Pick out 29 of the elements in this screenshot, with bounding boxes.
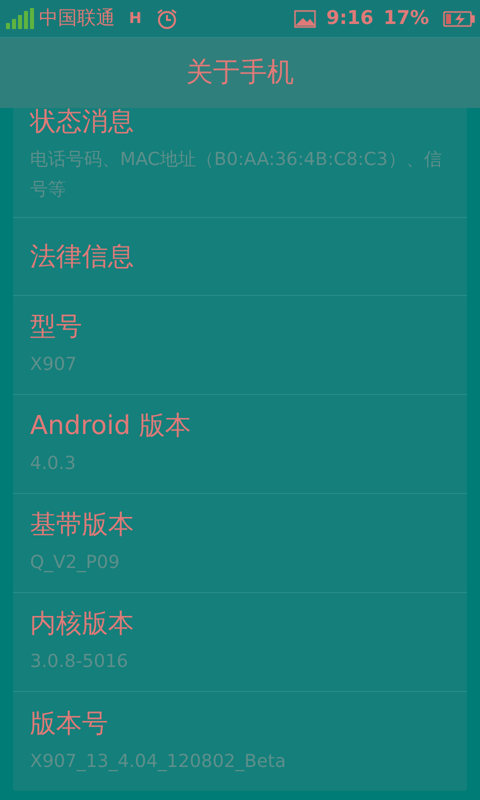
- settings-item[interactable]: Android 版本 4.0.3: [13, 395, 467, 494]
- item-title: 版本号: [30, 708, 109, 740]
- item-title: 法律信息: [30, 240, 135, 274]
- item-subtitle: Q_V2_P09: [30, 551, 121, 575]
- item-subtitle: X907: [30, 353, 78, 377]
- screen-title: 关于手机: [186, 56, 294, 90]
- settings-item[interactable]: 型号 X907: [13, 296, 467, 395]
- battery-percent: 17%: [384, 9, 429, 28]
- item-title: 基带版本: [30, 509, 135, 542]
- signal-icon: [5, 8, 35, 30]
- item-subtitle: 3.0.8-5016: [30, 650, 130, 674]
- carrier-name: 中国联通: [39, 9, 115, 28]
- alarm-clock-icon: [156, 8, 178, 30]
- settings-item[interactable]: 内核版本 3.0.8-5016: [13, 593, 467, 692]
- item-title: Android 版本: [30, 410, 192, 443]
- settings-item[interactable]: 法律信息: [13, 218, 467, 296]
- clock-time: 9:16: [326, 9, 374, 28]
- item-subtitle: X907_13_4.04_120802_Beta: [30, 750, 287, 774]
- battery-charging-icon: [443, 8, 475, 28]
- settings-item[interactable]: 状态消息 电话号码、MAC地址（B0:AA:36:4B:C8:C3）、信号等: [13, 108, 467, 218]
- settings-item[interactable]: 版本号 X907_13_4.04_120802_Beta: [13, 692, 467, 791]
- item-title: 内核版本: [30, 608, 135, 641]
- item-subtitle: 电话号码、MAC地址（B0:AA:36:4B:C8:C3）、信号等: [30, 148, 443, 202]
- item-subtitle: 4.0.3: [30, 452, 77, 476]
- settings-item[interactable]: 基带版本 Q_V2_P09: [13, 494, 467, 593]
- image-icon: [294, 8, 316, 28]
- item-title: 型号: [30, 311, 83, 344]
- network-type: H: [129, 11, 142, 26]
- item-title: 状态消息: [30, 108, 135, 139]
